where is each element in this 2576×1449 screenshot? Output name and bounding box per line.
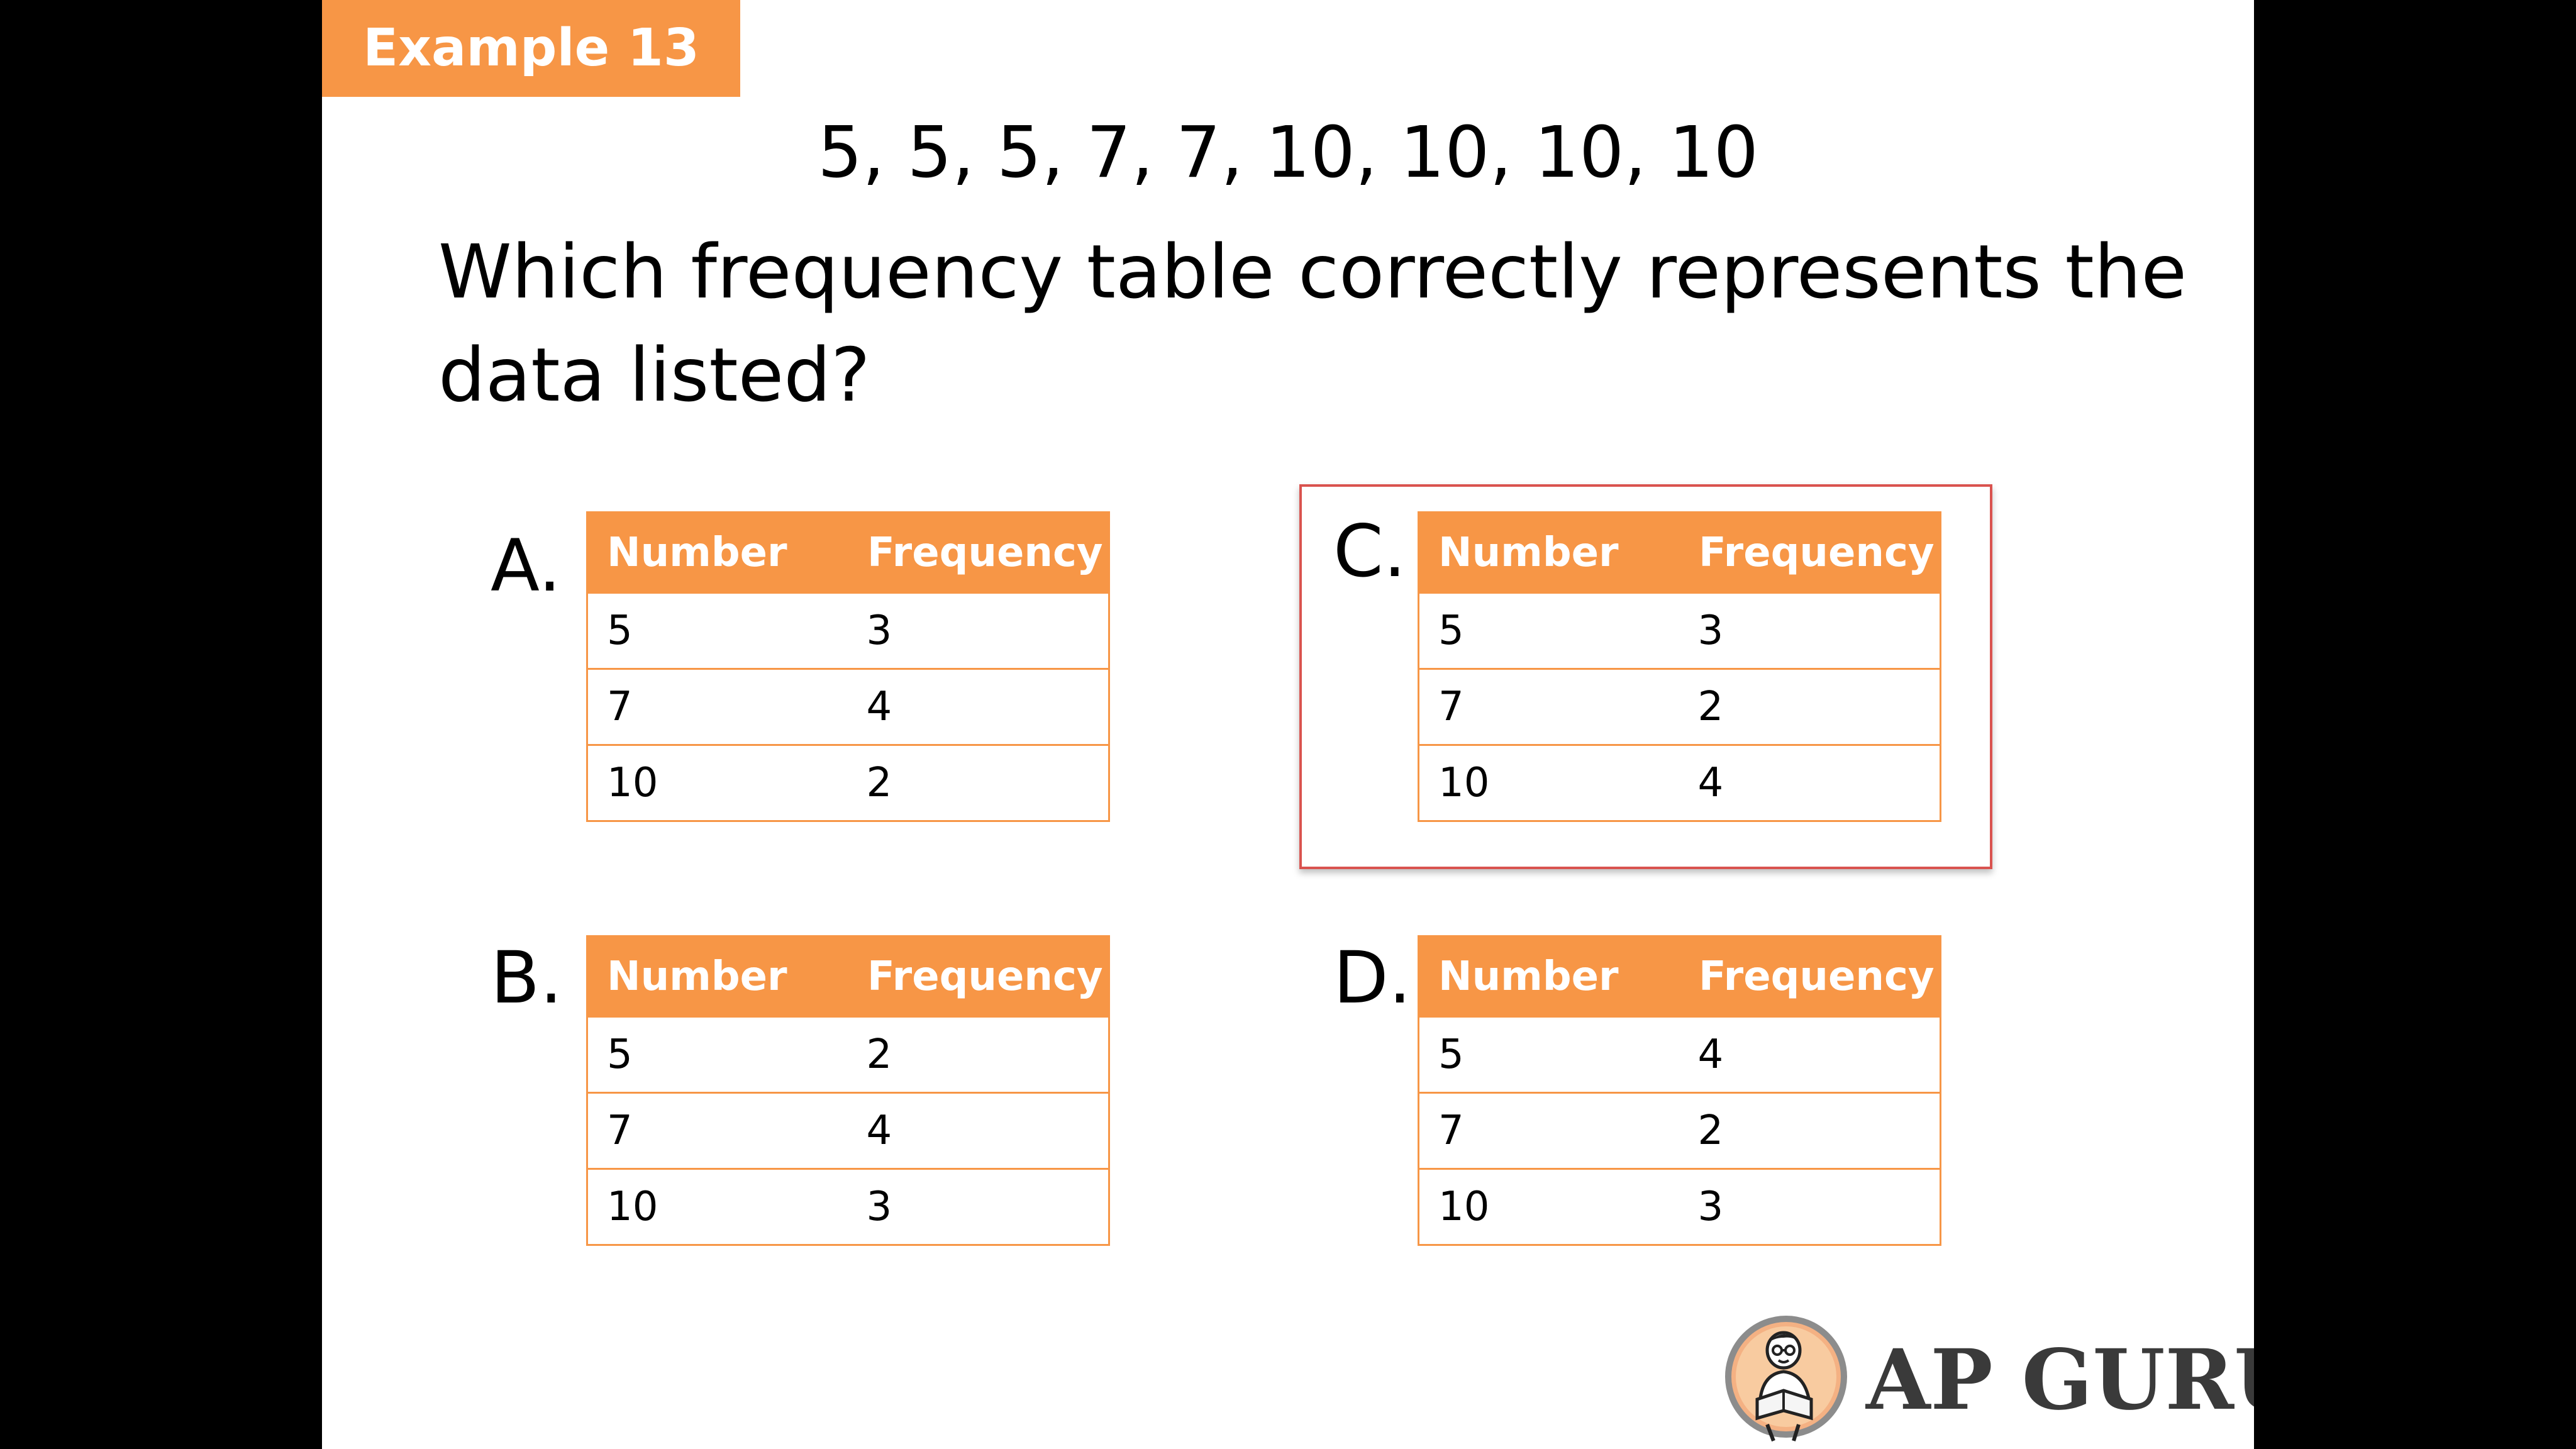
header-frequency: Frequency bbox=[847, 935, 1110, 1018]
cell-number: 7 bbox=[586, 668, 848, 746]
table-header-row: Number Frequency bbox=[586, 935, 1110, 1018]
cell-frequency: 3 bbox=[1679, 1168, 1941, 1246]
cell-frequency: 4 bbox=[847, 1092, 1110, 1170]
cell-number: 10 bbox=[586, 1168, 848, 1246]
logo-wordmark: AP GURU bbox=[1866, 1331, 2254, 1429]
cell-frequency: 4 bbox=[847, 668, 1110, 746]
option-d-letter: D. bbox=[1333, 936, 1412, 1019]
cell-number: 7 bbox=[1418, 668, 1679, 746]
cell-frequency: 2 bbox=[847, 1016, 1110, 1094]
cell-frequency: 3 bbox=[847, 592, 1110, 670]
table-header-row: Number Frequency bbox=[1418, 511, 1941, 594]
table-row: 10 3 bbox=[1418, 1168, 1941, 1246]
header-number: Number bbox=[1418, 935, 1680, 1018]
header-number: Number bbox=[586, 935, 848, 1018]
table-row: 5 2 bbox=[586, 1016, 1110, 1094]
table-row: 7 2 bbox=[1418, 668, 1941, 746]
cell-frequency: 3 bbox=[1679, 592, 1941, 670]
header-frequency: Frequency bbox=[1678, 511, 1941, 594]
table-row: 10 3 bbox=[586, 1168, 1110, 1246]
cell-number: 5 bbox=[1418, 1016, 1679, 1094]
cell-number: 5 bbox=[1418, 592, 1679, 670]
question-text: Which frequency table correctly represen… bbox=[438, 228, 2187, 418]
table-row: 5 3 bbox=[1418, 592, 1941, 670]
cell-frequency: 2 bbox=[1679, 668, 1941, 746]
data-sequence: 5, 5, 5, 7, 7, 10, 10, 10, 10 bbox=[818, 112, 1758, 194]
cell-number: 10 bbox=[1418, 1168, 1679, 1246]
reading-person-icon bbox=[1725, 1316, 1847, 1442]
option-c-letter: C. bbox=[1333, 509, 1406, 593]
table-row: 10 4 bbox=[1418, 744, 1941, 822]
option-b-table: Number Frequency 5 2 7 4 10 3 bbox=[586, 935, 1110, 1246]
cell-frequency: 2 bbox=[847, 744, 1110, 822]
cell-frequency: 4 bbox=[1679, 1016, 1941, 1094]
option-a-table: Number Frequency 5 3 7 4 10 2 bbox=[586, 511, 1110, 822]
header-number: Number bbox=[586, 511, 848, 594]
cell-number: 7 bbox=[1418, 1092, 1679, 1170]
cell-number: 5 bbox=[586, 592, 848, 670]
option-b-letter: B. bbox=[491, 936, 563, 1019]
option-c-table: Number Frequency 5 3 7 2 10 4 bbox=[1418, 511, 1941, 822]
slide: Example 13 5, 5, 5, 7, 7, 10, 10, 10, 10… bbox=[322, 0, 2254, 1449]
header-number: Number bbox=[1418, 511, 1680, 594]
table-row: 10 2 bbox=[586, 744, 1110, 822]
table-row: 5 4 bbox=[1418, 1016, 1941, 1094]
cell-number: 5 bbox=[586, 1016, 848, 1094]
header-frequency: Frequency bbox=[1678, 935, 1941, 1018]
example-tag: Example 13 bbox=[322, 0, 740, 97]
table-header-row: Number Frequency bbox=[1418, 935, 1941, 1018]
cell-number: 10 bbox=[1418, 744, 1679, 822]
cell-frequency: 4 bbox=[1679, 744, 1941, 822]
table-row: 7 2 bbox=[1418, 1092, 1941, 1170]
cell-number: 10 bbox=[586, 744, 848, 822]
cell-number: 7 bbox=[586, 1092, 848, 1170]
cell-frequency: 3 bbox=[847, 1168, 1110, 1246]
option-d-table: Number Frequency 5 4 7 2 10 3 bbox=[1418, 935, 1941, 1246]
cell-frequency: 2 bbox=[1679, 1092, 1941, 1170]
header-frequency: Frequency bbox=[847, 511, 1110, 594]
table-header-row: Number Frequency bbox=[586, 511, 1110, 594]
table-row: 7 4 bbox=[586, 1092, 1110, 1170]
table-row: 5 3 bbox=[586, 592, 1110, 670]
option-a-letter: A. bbox=[491, 524, 562, 608]
table-row: 7 4 bbox=[586, 668, 1110, 746]
